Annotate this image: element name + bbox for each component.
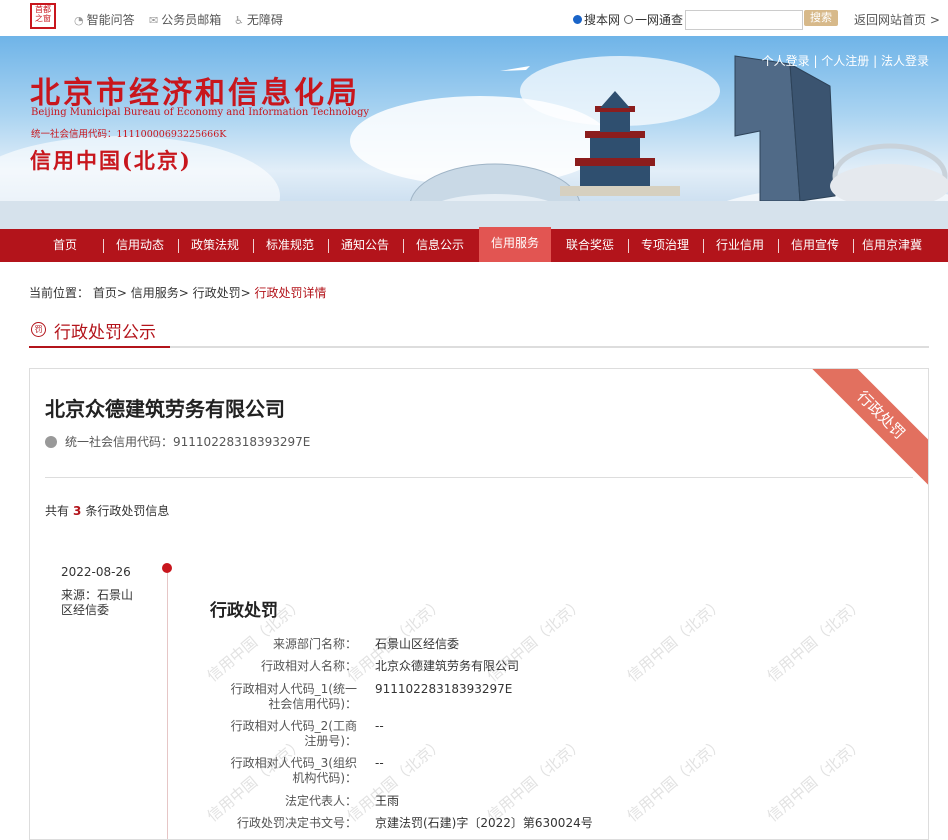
count-number: 3 [73,504,82,518]
nav-item-industry-credit[interactable]: 行业信用 [710,229,770,262]
personal-login-link[interactable]: 个人登录 [762,54,810,68]
breadcrumb-credit-services[interactable]: 信用服务> [131,286,189,300]
logo-text: 首都之窗 [35,5,51,23]
nav-item-credit-promotion[interactable]: 信用宣传 [785,229,845,262]
nav-divider [328,239,329,253]
site-subtitle: 信用中国(北京) [30,148,192,173]
field-value: 京建法罚(石建)字〔2022〕第630024号 [375,816,593,830]
section-title: 行政处罚公示 [54,323,156,343]
field-value: -- [375,756,384,770]
nav-item-notices[interactable]: 通知公告 [335,229,395,262]
breadcrumb-home[interactable]: 首页> [93,286,127,300]
watermark: 信用中国（北京） [623,734,728,826]
field-label: 来源部门名称： [272,637,357,651]
breadcrumb-penalty[interactable]: 行政处罚> [193,286,251,300]
credit-code-row: 统一社会信用代码：91110228318393297E [45,433,310,450]
accessibility-label: 无障碍 [246,13,283,27]
timeline-line [167,569,168,839]
search-input[interactable] [685,10,803,30]
accessibility-icon: ♿ [234,14,244,27]
field-label: 行政相对人代码_3(组织机构代码)： [230,756,357,785]
legal-person-login-link[interactable]: 法人登录 [881,54,929,68]
field-value: 91110228318393297E [375,682,513,696]
record-source: 来源：石景山区经信委 [61,588,134,617]
count-prefix: 共有 [45,504,70,518]
medal-icon [45,436,57,448]
headset-icon: ◔ [74,14,84,27]
watermark: 信用中国（北京） [763,734,868,826]
nav-divider [253,239,254,253]
bureau-title: 北京市经济和信息化局 [30,76,360,111]
timeline-dot [162,563,172,573]
nav-divider [628,239,629,253]
scope-all-radio[interactable]: 一网通查 [624,11,683,28]
bureau-credit-code: 统一社会信用代码：11110000693225666K [31,129,227,140]
company-name: 北京众德建筑劳务有限公司 [45,397,285,421]
field-value: -- [375,719,384,733]
breadcrumb-prefix: 当前位置： [29,286,90,300]
nav-divider [778,239,779,253]
back-to-home-link[interactable]: 返回网站首页 > [854,11,940,28]
nav-item-standards[interactable]: 标准规范 [260,229,320,262]
record-title: 行政处罚 [210,601,278,621]
nav-divider [703,239,704,253]
radio-unselected-icon [624,15,633,24]
top-bar: 首都之窗 ◔ 智能问答 ✉ 公务员邮箱 ♿ 无障碍 搜本网 一网通查 搜索 返回网站首… [0,0,948,36]
count-suffix: 条行政处罚信息 [85,504,170,518]
nav-item-policies[interactable]: 政策法规 [185,229,245,262]
mail-icon: ✉ [149,14,159,27]
section-underline [29,346,170,348]
field-label: 行政相对人代码_2(工商注册号)： [230,719,357,748]
field-label: 法定代表人： [284,794,357,808]
record-count: 共有 3 条行政处罚信息 [45,502,169,519]
watermark: 信用中国（北京） [763,594,868,686]
penalty-icon: 罚 [31,322,46,337]
nav-item-credit-services[interactable]: 信用服务 [479,227,551,262]
accessibility-link[interactable]: ♿ 无障碍 [234,11,283,28]
penalty-detail-card: 信用中国（北京） 信用中国（北京） 信用中国（北京） 信用中国（北京） 信用中国… [29,368,929,840]
section-header: 罚 行政处罚公示 [29,316,929,348]
scope-this-site-label: 搜本网 [584,13,621,27]
nav-divider [103,239,104,253]
credit-code-value: 91110228318393297E [173,435,311,449]
divider [45,477,913,478]
smart-qa-link[interactable]: ◔ 智能问答 [74,11,135,28]
nav-item-joint-rewards[interactable]: 联合奖惩 [560,229,620,262]
nav-item-jingjinji[interactable]: 信用京津冀 [858,229,926,262]
field-value: 石景山区经信委 [375,637,460,651]
scope-all-label: 一网通查 [635,13,684,27]
civil-mail-label: 公务员邮箱 [161,13,222,27]
breadcrumb: 当前位置： 首页> 信用服务> 行政处罚> 行政处罚详情 [29,284,327,301]
field-label: 行政相对人代码_1(统一社会信用代码)： [230,682,357,711]
user-links: 个人登录 | 个人注册 | 法人登录 [761,54,929,68]
breadcrumb-current: 行政处罚详情 [254,286,327,300]
search-button[interactable]: 搜索 [804,10,838,26]
penalty-ribbon: 行政处罚 [802,369,928,494]
record-date: 2022-08-26 [61,565,131,579]
watermark: 信用中国（北京） [623,594,728,686]
bureau-title-en: Beijing Municipal Bureau of Economy and … [31,107,370,118]
main-nav: 首页 信用动态 政策法规 标准规范 通知公告 信息公示 信用服务 联合奖惩 专项… [0,227,948,262]
capital-window-logo[interactable]: 首都之窗 [30,3,56,29]
nav-divider [853,239,854,253]
scope-this-site-radio[interactable]: 搜本网 [573,11,620,28]
nav-item-credit-news[interactable]: 信用动态 [110,229,170,262]
watermark: 信用中国（北京） [483,734,588,826]
nav-item-home[interactable]: 首页 [37,229,93,262]
smart-qa-label: 智能问答 [86,13,135,27]
nav-item-disclosure[interactable]: 信息公示 [410,229,470,262]
field-label: 行政处罚决定书文号： [236,816,357,830]
nav-divider [403,239,404,253]
nav-divider [178,239,179,253]
civil-mail-link[interactable]: ✉ 公务员邮箱 [149,11,221,28]
field-value: 北京众德建筑劳务有限公司 [375,659,520,673]
radio-selected-icon [573,15,582,24]
credit-code-label: 统一社会信用代码： [65,435,174,449]
field-value: 王雨 [375,794,400,808]
watermark: 信用中国（北京） [343,734,448,826]
nav-item-special-governance[interactable]: 专项治理 [635,229,695,262]
personal-register-link[interactable]: 个人注册 [821,54,869,68]
header-banner: 北京市经济和信息化局 Beijing Municipal Bureau of E… [0,36,948,229]
field-label: 行政相对人名称： [260,659,357,673]
